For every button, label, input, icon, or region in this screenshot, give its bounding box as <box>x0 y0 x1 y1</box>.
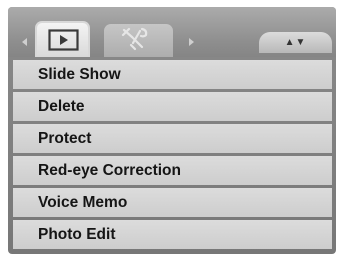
tab-left-arrow-icon[interactable] <box>22 38 27 46</box>
menu-item-delete[interactable]: Delete <box>13 92 332 121</box>
tab-setup[interactable] <box>104 24 173 57</box>
menu-item-voice-memo[interactable]: Voice Memo <box>13 188 332 217</box>
menu-tab-bar: ▲▼ <box>8 7 336 57</box>
play-icon <box>48 29 79 51</box>
tab-right-arrow-icon[interactable] <box>189 38 194 46</box>
page-up-down-indicator[interactable]: ▲▼ <box>259 32 332 53</box>
menu-item-photo-edit[interactable]: Photo Edit <box>13 220 332 249</box>
tab-playback[interactable] <box>35 21 90 57</box>
menu-item-red-eye-correction[interactable]: Red-eye Correction <box>13 156 332 185</box>
menu-list: Slide Show Delete Protect Red-eye Correc… <box>13 60 332 252</box>
menu-item-slide-show[interactable]: Slide Show <box>13 60 332 89</box>
menu-item-protect[interactable]: Protect <box>13 124 332 153</box>
wrench-icon <box>121 27 148 51</box>
camera-menu-panel: ▲▼ Slide Show Delete Protect Red-eye Cor… <box>8 7 336 254</box>
